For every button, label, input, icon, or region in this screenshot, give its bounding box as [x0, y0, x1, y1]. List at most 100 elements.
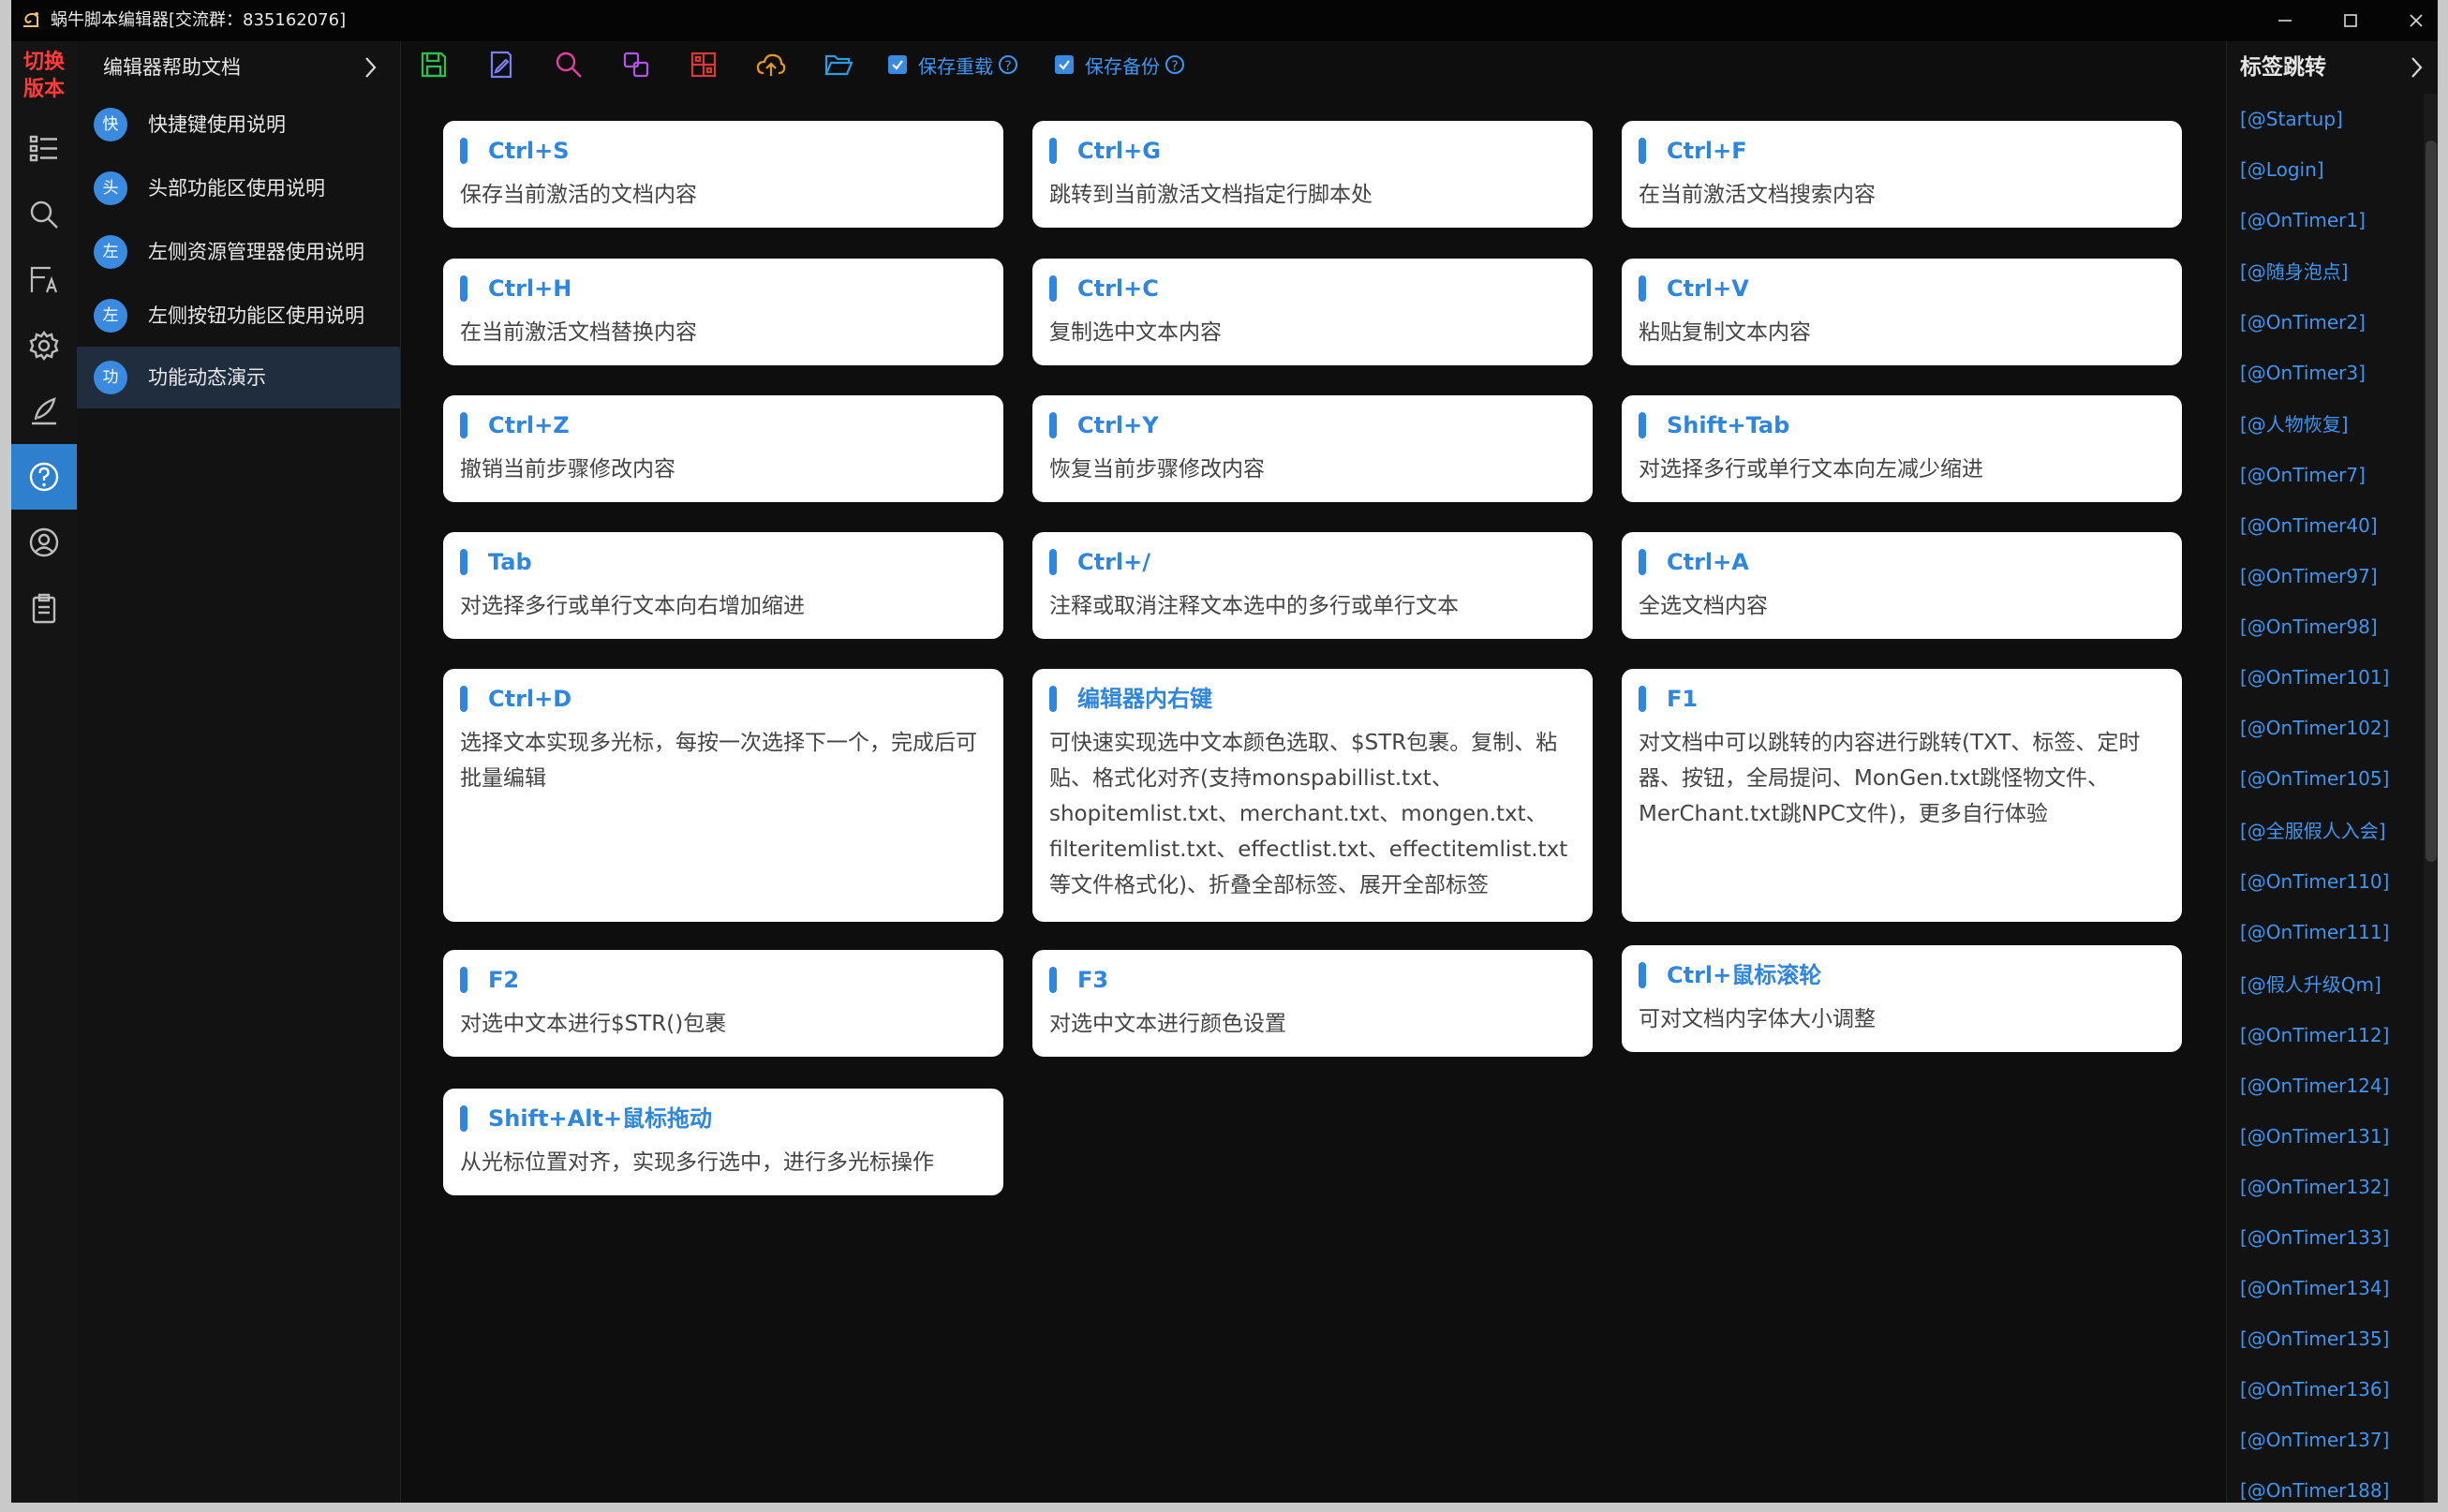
tag-link[interactable]: [@OnTimer105] — [2240, 764, 2389, 793]
tag-link[interactable]: [@OnTimer124] — [2240, 1072, 2389, 1100]
tag-link[interactable]: [@OnTimer7] — [2240, 461, 2366, 489]
card-accent-bar — [1049, 967, 1057, 993]
card-accent-bar — [1639, 549, 1646, 575]
tag-link[interactable]: [@OnTimer111] — [2240, 918, 2389, 946]
tag-link[interactable]: [@OnTimer136] — [2240, 1375, 2389, 1403]
cloud-upload-icon[interactable] — [755, 49, 787, 81]
tag-link[interactable]: [@OnTimer188] — [2240, 1476, 2389, 1503]
shortcut-description: 可对文档内字体大小调整 — [1639, 1007, 1876, 1031]
copy-icon[interactable] — [620, 49, 652, 81]
tag-link[interactable]: [@随身泡点] — [2240, 258, 2349, 286]
maximize-icon — [2344, 14, 2357, 27]
help-icon[interactable]: ? — [1165, 55, 1184, 74]
tag-link[interactable]: [@OnTimer132] — [2240, 1173, 2389, 1201]
card-accent-bar — [1639, 412, 1646, 438]
tag-link[interactable]: [@Login] — [2240, 156, 2324, 184]
explorer-nav[interactable] — [11, 116, 77, 182]
shortcut-key: F3 — [1077, 967, 1109, 993]
help-item-label: 功能动态演示 — [148, 366, 266, 389]
chevron-right-icon[interactable] — [2407, 41, 2426, 94]
help-icon[interactable]: ? — [999, 55, 1017, 74]
tag-link[interactable]: [@OnTimer97] — [2240, 562, 2378, 590]
shortcut-description: 在当前激活文档搜索内容 — [1639, 183, 1876, 207]
tag-link[interactable]: [@假人升级Qm] — [2240, 971, 2381, 999]
tag-link[interactable]: [@OnTimer137] — [2240, 1426, 2389, 1454]
save-reload-checkbox[interactable]: 保存重载 ? — [888, 52, 1017, 78]
shortcut-card: Ctrl+G 跳转到当前激活文档指定行脚本处 — [1032, 121, 1593, 228]
tag-link[interactable]: [@OnTimer2] — [2240, 308, 2366, 336]
scrollbar-thumb[interactable] — [2426, 141, 2437, 862]
shortcut-cards-area: Ctrl+S 保存当前激活的文档内容 Ctrl+G 跳转到当前激活文档指定行脚本… — [401, 88, 2226, 1503]
help-item-explorer[interactable]: 左 左侧资源管理器使用说明 — [77, 221, 400, 283]
shortcut-card: Ctrl+/ 注释或取消注释文本选中的多行或单行文本 — [1032, 532, 1593, 639]
shortcut-key: Ctrl+/ — [1077, 549, 1151, 575]
help-item-button-area[interactable]: 左 左侧按钮功能区使用说明 — [77, 285, 400, 347]
user-circle-icon — [29, 527, 59, 557]
tag-link[interactable]: [@OnTimer133] — [2240, 1223, 2389, 1252]
search-icon[interactable] — [553, 49, 585, 81]
tag-link[interactable]: [@OnTimer131] — [2240, 1122, 2389, 1150]
shortcut-key: Ctrl+A — [1667, 549, 1749, 575]
close-icon — [2410, 14, 2423, 27]
shortcut-card: Ctrl+Y 恢复当前步骤修改内容 — [1032, 395, 1593, 502]
tag-link[interactable]: [@全服假人入会] — [2240, 817, 2386, 845]
minimize-icon — [2278, 20, 2292, 22]
tag-link[interactable]: [@人物恢复] — [2240, 410, 2349, 438]
tag-link[interactable]: [@OnTimer134] — [2240, 1274, 2389, 1302]
tag-link[interactable]: [@OnTimer135] — [2240, 1325, 2389, 1353]
help-item-badge: 头 — [94, 171, 127, 205]
shortcut-description: 全选文档内容 — [1639, 594, 1768, 618]
card-accent-bar — [460, 549, 467, 575]
tag-jump-title: 标签跳转 — [2240, 55, 2326, 80]
save-backup-checkbox[interactable]: 保存备份 ? — [1055, 52, 1184, 78]
minimize-button[interactable] — [2252, 0, 2318, 41]
help-nav[interactable] — [11, 444, 77, 510]
tag-panel-scrollbar[interactable] — [2424, 94, 2438, 1503]
app-window: 蜗牛脚本编辑器[交流群：835162076] 切换版本 编辑器帮助文档 快 快捷… — [11, 0, 2438, 1503]
help-item-badge: 左 — [94, 235, 127, 269]
settings-nav[interactable] — [11, 313, 77, 378]
tag-link[interactable]: [@OnTimer110] — [2240, 867, 2389, 896]
edit-file-icon[interactable] — [485, 49, 517, 81]
tag-link[interactable]: [@OnTimer102] — [2240, 714, 2389, 742]
shortcut-description: 跳转到当前激活文档指定行脚本处 — [1049, 183, 1372, 207]
shortcut-description: 从光标位置对齐，实现多行选中，进行多光标操作 — [460, 1150, 934, 1175]
clipboard-nav[interactable] — [11, 575, 77, 641]
tag-link[interactable]: [@OnTimer101] — [2240, 663, 2389, 691]
shortcut-key: F2 — [488, 967, 520, 993]
tag-link[interactable]: [@OnTimer3] — [2240, 359, 2366, 387]
edit-nav[interactable] — [11, 378, 77, 444]
shortcut-card: Tab 对选择多行或单行文本向右增加缩进 — [443, 532, 1003, 639]
tag-link[interactable]: [@OnTimer112] — [2240, 1021, 2389, 1049]
card-accent-bar — [460, 138, 467, 164]
format-nav[interactable] — [11, 247, 77, 313]
tag-link[interactable]: [@OnTimer40] — [2240, 511, 2378, 540]
tag-link[interactable]: [@Startup] — [2240, 105, 2343, 133]
shortcut-key: Ctrl+C — [1077, 275, 1159, 302]
shortcut-key: Ctrl+V — [1667, 275, 1749, 302]
help-item-header-area[interactable]: 头 头部功能区使用说明 — [77, 157, 400, 219]
shortcut-card: F1 对文档中可以跳转的内容进行跳转(TXT、标签、定时器、按钮，全局提问、Mo… — [1622, 669, 2182, 922]
switch-version-button[interactable]: 切换版本 — [11, 49, 77, 103]
help-item-demo[interactable]: 功 功能动态演示 — [77, 347, 400, 408]
shortcut-card: F3 对选中文本进行颜色设置 — [1032, 950, 1593, 1057]
folder-open-icon[interactable] — [823, 49, 854, 81]
shortcut-key: Ctrl+D — [488, 686, 572, 712]
tag-link[interactable]: [@OnTimer98] — [2240, 613, 2378, 641]
shortcut-card: F2 对选中文本进行$STR()包裹 — [443, 950, 1003, 1057]
grid-icon[interactable] — [688, 49, 720, 81]
help-item-shortcuts[interactable]: 快 快捷键使用说明 — [77, 94, 400, 156]
save-icon[interactable] — [418, 49, 450, 81]
tag-link[interactable]: [@OnTimer1] — [2240, 206, 2366, 234]
maximize-button[interactable] — [2318, 0, 2383, 41]
search-nav[interactable] — [11, 182, 77, 247]
close-button[interactable] — [2383, 0, 2438, 41]
help-sidebar-header[interactable]: 编辑器帮助文档 — [77, 41, 400, 94]
shortcut-description: 保存当前激活的文档内容 — [460, 183, 697, 207]
shortcut-description: 可快速实现选中文本颜色选取、$STR包裹。复制、粘贴、格式化对齐(支持monsp… — [1049, 731, 1568, 897]
help-circle-icon — [29, 462, 59, 492]
shortcut-key: Tab — [488, 549, 532, 575]
shortcut-card: Shift+Tab 对选择多行或单行文本向左减少缩进 — [1622, 395, 2182, 502]
account-nav[interactable] — [11, 510, 77, 575]
window-title: 蜗牛脚本编辑器[交流群：835162076] — [51, 10, 347, 30]
